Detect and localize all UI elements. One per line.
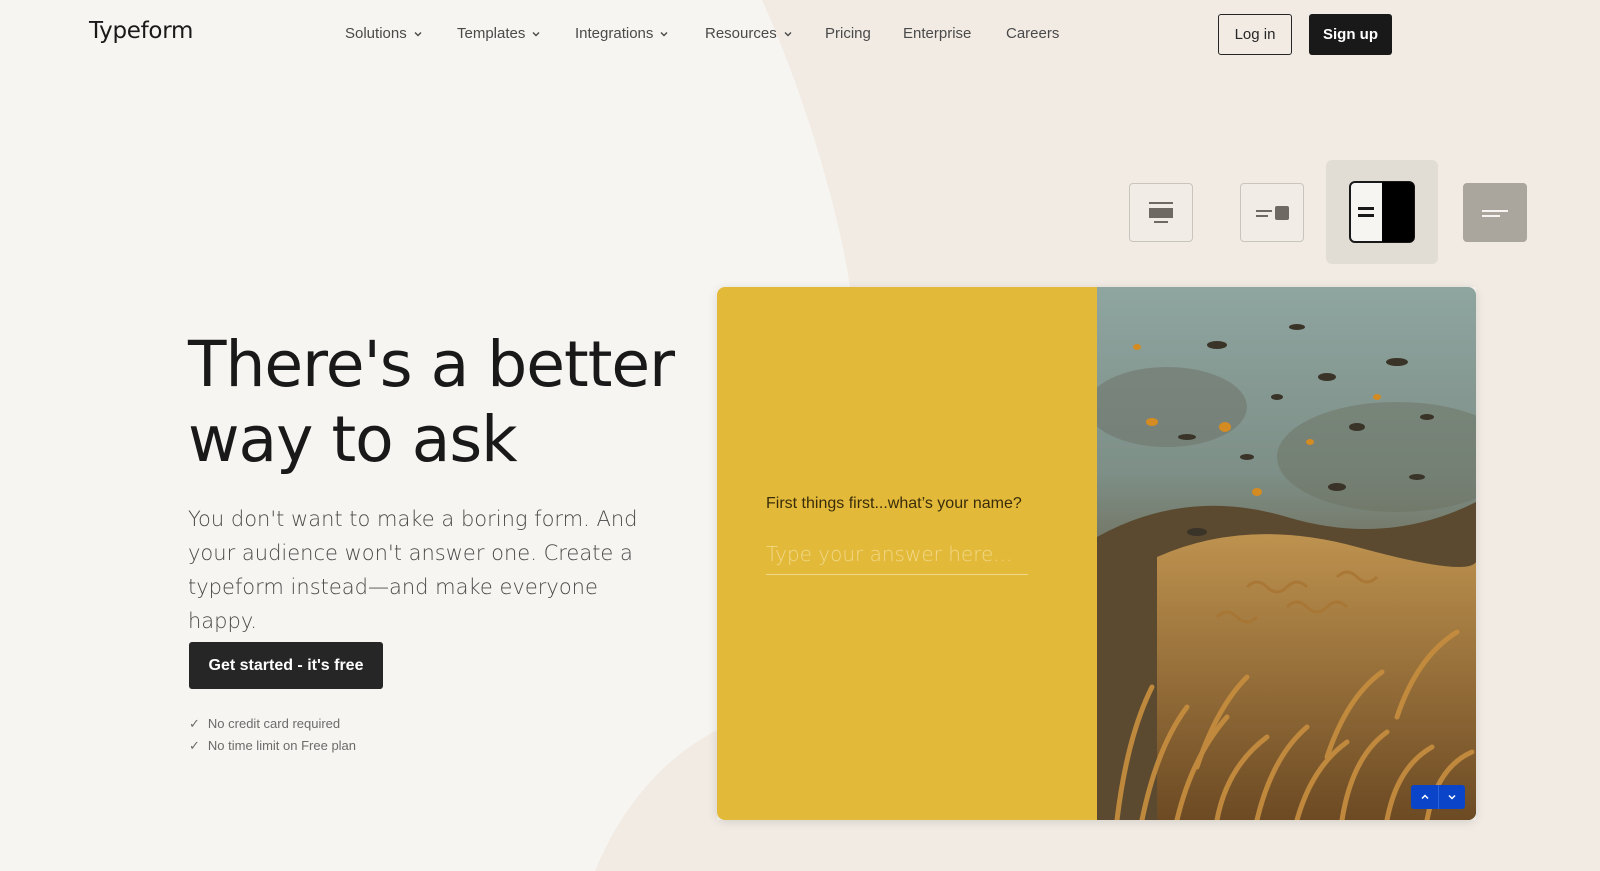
get-started-button[interactable]: Get started - it's free (189, 642, 383, 689)
top-navigation: Typeform Solutions Templates Integration… (0, 0, 1600, 68)
hero-subtitle: You don't want to make a boring form. An… (188, 507, 638, 633)
layout-option-split-small[interactable] (1240, 183, 1304, 242)
signup-button[interactable]: Sign up (1309, 14, 1392, 55)
chevron-down-icon (532, 31, 540, 36)
layout-option-stack[interactable] (1129, 183, 1193, 242)
layout-text-only-icon (1482, 209, 1508, 217)
nav-pricing-label: Pricing (825, 25, 871, 42)
nav-enterprise-label: Enterprise (903, 25, 972, 42)
chevron-up-icon (1420, 794, 1429, 800)
next-question-button[interactable] (1438, 785, 1465, 809)
nav-careers-label: Careers (1006, 25, 1060, 42)
checkmark-icon: ✓ (189, 738, 200, 753)
typeform-logo[interactable]: Typeform (89, 18, 193, 44)
benefits-list: ✓ No credit card required ✓ No time limi… (189, 713, 356, 757)
nav-resources[interactable]: Resources (705, 25, 793, 42)
nav-integrations[interactable]: Integrations (575, 25, 669, 42)
benefit-text: No time limit on Free plan (207, 738, 357, 753)
layout-stack-icon (1149, 201, 1173, 223)
chevron-down-icon (414, 31, 422, 36)
nav-templates[interactable]: Templates (457, 25, 541, 42)
nav-pricing[interactable]: Pricing (825, 25, 871, 42)
answer-input[interactable]: Type your answer here... (766, 542, 1028, 575)
list-item: ✓ No time limit on Free plan (189, 735, 356, 757)
login-button[interactable]: Log in (1218, 14, 1292, 55)
layout-option-text-only[interactable] (1463, 183, 1527, 242)
list-item: ✓ No credit card required (189, 713, 356, 735)
layout-option-split-half-selected[interactable] (1326, 160, 1438, 264)
hero-title: There's a better way to ask (188, 328, 675, 476)
form-navigation (1411, 785, 1465, 809)
nav-solutions-label: Solutions (345, 25, 407, 42)
layout-split-half-icon (1349, 181, 1415, 243)
layout-split-small-icon (1256, 205, 1289, 220)
nav-enterprise[interactable]: Enterprise (903, 25, 971, 42)
nav-careers[interactable]: Careers (1006, 25, 1059, 42)
nav-integrations-label: Integrations (575, 25, 654, 42)
nav-solutions[interactable]: Solutions (345, 25, 423, 42)
checkmark-icon: ✓ (189, 716, 200, 731)
form-question: First things first...what’s your name? (766, 495, 1022, 512)
form-preview: First things first...what’s your name? T… (717, 287, 1476, 820)
chevron-down-icon (660, 31, 668, 36)
form-question-panel: First things first...what’s your name? T… (717, 287, 1097, 820)
benefit-text: No credit card required (207, 716, 341, 731)
coral-reef-image (1097, 287, 1476, 820)
previous-question-button[interactable] (1411, 785, 1438, 809)
nav-templates-label: Templates (457, 25, 526, 42)
nav-resources-label: Resources (705, 25, 777, 42)
coral-reef-illustration (1097, 287, 1476, 820)
chevron-down-icon (1448, 794, 1456, 800)
chevron-down-icon (784, 31, 792, 36)
